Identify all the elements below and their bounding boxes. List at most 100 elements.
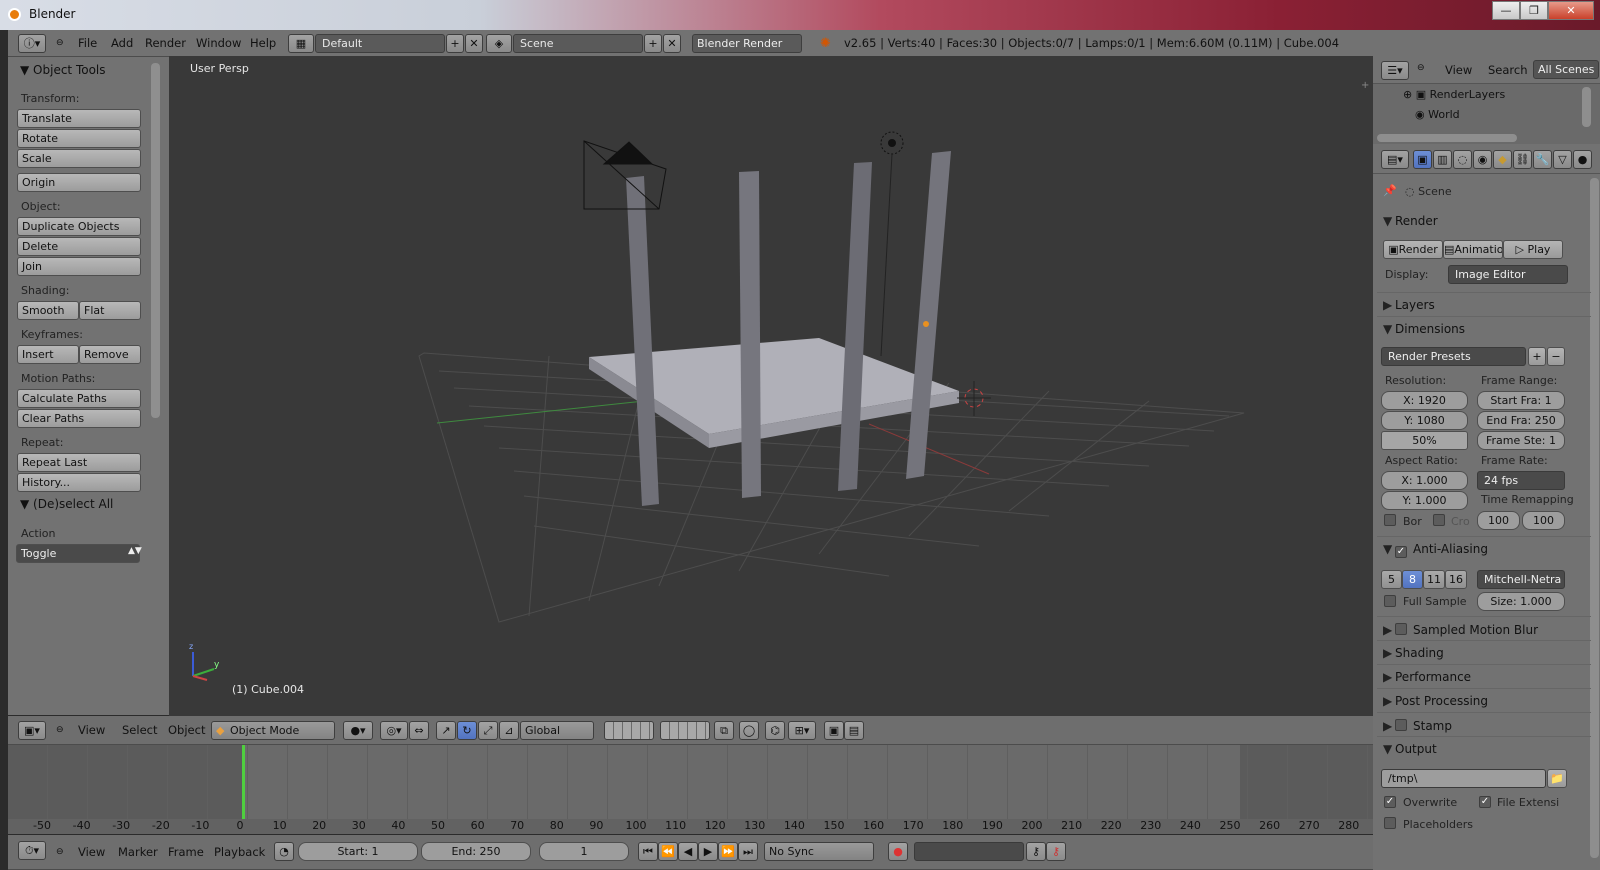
3d-viewport[interactable]: User Persp z y (1) Cube.004 + xyxy=(169,56,1373,716)
start-frame-field[interactable]: Start: 1 xyxy=(298,842,418,861)
play-reverse-icon[interactable]: ◀ xyxy=(678,842,698,861)
constraints-context-icon[interactable]: ⛓ xyxy=(1513,150,1532,169)
minimize-button[interactable]: — xyxy=(1492,1,1520,20)
add-preset-button[interactable]: + xyxy=(1528,347,1546,366)
current-frame-field[interactable]: 1 xyxy=(539,842,629,861)
jump-start-icon[interactable]: ⏮ xyxy=(638,842,658,861)
frame-rate-select[interactable]: 24 fps xyxy=(1477,471,1565,490)
time-remap-old-field[interactable]: 100 xyxy=(1477,511,1520,530)
viewport-scene[interactable] xyxy=(169,56,1373,716)
motion-blur-panel-header[interactable]: ▶ Sampled Motion Blur xyxy=(1383,622,1538,637)
end-frame-field[interactable]: End: 250 xyxy=(421,842,531,861)
menu-object[interactable]: Object xyxy=(168,717,205,744)
pivot-point-select[interactable]: ◎▾ xyxy=(380,721,408,740)
dimensions-panel-header[interactable]: ▼ Dimensions xyxy=(1383,322,1465,336)
layer-lock-icon[interactable]: ⧉ xyxy=(714,721,734,740)
delete-button[interactable]: Delete xyxy=(17,237,141,256)
scene-icon[interactable]: ◈ xyxy=(486,34,512,53)
aa-samples-5[interactable]: 5 xyxy=(1381,570,1402,589)
browse-folder-icon[interactable]: 📁 xyxy=(1547,769,1567,788)
remove-scene-button[interactable]: ✕ xyxy=(663,34,681,53)
preview-range-icon[interactable]: ◔ xyxy=(274,842,294,861)
action-select[interactable]: Toggle xyxy=(16,544,140,563)
jump-prev-key-icon[interactable]: ⏪ xyxy=(658,842,678,861)
layout-name-field[interactable]: Default xyxy=(315,34,445,53)
duplicate-objects-button[interactable]: Duplicate Objects xyxy=(17,217,141,236)
animation-button[interactable]: ▤Animatio xyxy=(1443,240,1503,259)
shading-panel-header[interactable]: ▶ Shading xyxy=(1383,646,1444,660)
outliner-menu-search[interactable]: Search xyxy=(1488,63,1528,77)
close-button[interactable]: ✕ xyxy=(1548,1,1594,20)
menu-marker[interactable]: Marker xyxy=(118,839,158,866)
outliner-display-select[interactable]: All Scenes xyxy=(1533,60,1599,79)
menu-add[interactable]: Add xyxy=(111,30,133,57)
history-button[interactable]: History... xyxy=(17,473,141,492)
aa-samples-8[interactable]: 8 xyxy=(1402,570,1423,589)
pin-icon[interactable]: 📌 xyxy=(1383,184,1397,197)
render-animation-opengl-icon[interactable]: ▤ xyxy=(844,721,864,740)
mode-select[interactable]: Object Mode xyxy=(211,721,335,740)
scene-context-icon[interactable]: ◌ xyxy=(1453,150,1472,169)
end-frame-field[interactable]: End Fra: 250 xyxy=(1477,411,1565,430)
performance-panel-header[interactable]: ▶ Performance xyxy=(1383,670,1471,684)
menu-view[interactable]: View xyxy=(78,839,105,866)
aa-filter-select[interactable]: Mitchell-Netra xyxy=(1477,570,1565,589)
deselect-all-operator-title[interactable]: ▼ (De)select All xyxy=(20,497,113,511)
outliner-item-renderlayers[interactable]: ⊕ ▣ RenderLayers xyxy=(1403,88,1505,101)
menu-frame[interactable]: Frame xyxy=(168,839,204,866)
calculate-paths-button[interactable]: Calculate Paths xyxy=(17,389,141,408)
3d-cursor[interactable] xyxy=(957,381,991,416)
clear-paths-button[interactable]: Clear Paths xyxy=(17,409,141,428)
manipulator-toggle[interactable]: ⇔ xyxy=(409,721,429,740)
editor-type-icon[interactable]: ⏱▾ xyxy=(18,841,46,860)
file-extensions-checkbox[interactable]: ✓ xyxy=(1479,796,1491,808)
aa-filter-size-field[interactable]: Size: 1.000 xyxy=(1477,592,1565,611)
snap-element-select[interactable]: ⊞▾ xyxy=(788,721,816,740)
scale-manipulator-icon[interactable]: ⤢ xyxy=(478,721,498,740)
render-context-icon[interactable]: ▣ xyxy=(1413,150,1432,169)
display-select[interactable]: Image Editor xyxy=(1448,265,1568,284)
overwrite-checkbox[interactable]: ✓ xyxy=(1384,796,1396,808)
post-processing-panel-header[interactable]: ▶ Post Processing xyxy=(1383,694,1488,708)
translate-button[interactable]: Translate xyxy=(17,109,141,128)
collapse-icon[interactable]: ⊖ xyxy=(1417,63,1425,73)
properties-scrollbar[interactable] xyxy=(1590,178,1599,858)
remove-layout-button[interactable]: ✕ xyxy=(465,34,483,53)
render-button[interactable]: ▣Render xyxy=(1383,240,1443,259)
proportional-edit-icon[interactable]: ◯ xyxy=(739,721,759,740)
add-scene-button[interactable]: + xyxy=(644,34,662,53)
time-remap-new-field[interactable]: 100 xyxy=(1522,511,1565,530)
sync-mode-select[interactable]: No Sync xyxy=(764,842,874,861)
tool-shelf-scrollbar[interactable] xyxy=(151,63,160,418)
data-context-icon[interactable]: ▽ xyxy=(1553,150,1572,169)
outliner-menu-view[interactable]: View xyxy=(1445,63,1472,77)
crop-checkbox[interactable] xyxy=(1433,514,1445,526)
menu-view[interactable]: View xyxy=(78,717,105,744)
screen-layout-icon[interactable]: ▦ xyxy=(288,34,314,53)
rotate-manipulator-icon[interactable]: ↻ xyxy=(457,721,477,740)
render-opengl-icon[interactable]: ▣ xyxy=(824,721,844,740)
viewport-shading-select[interactable]: ●▾ xyxy=(343,721,373,740)
jump-next-key-icon[interactable]: ⏩ xyxy=(718,842,738,861)
flat-button[interactable]: Flat xyxy=(79,301,141,320)
scale-button[interactable]: Scale xyxy=(17,149,141,168)
layer-buttons-b[interactable] xyxy=(660,721,710,740)
aspect-x-field[interactable]: X: 1.000 xyxy=(1381,471,1468,490)
frame-step-field[interactable]: Frame Ste: 1 xyxy=(1477,431,1565,450)
object-context-icon[interactable]: ◆ xyxy=(1493,150,1512,169)
remove-preset-button[interactable]: − xyxy=(1547,347,1565,366)
world-context-icon[interactable]: ◉ xyxy=(1473,150,1492,169)
material-context-icon[interactable]: ● xyxy=(1573,150,1592,169)
stamp-panel-header[interactable]: ▶ Stamp xyxy=(1383,718,1452,733)
transform-orientation-select[interactable]: Global xyxy=(520,721,594,740)
repeat-last-button[interactable]: Repeat Last xyxy=(17,453,141,472)
resolution-percentage-field[interactable]: 50% xyxy=(1381,431,1468,450)
lamp-object[interactable] xyxy=(880,131,904,357)
editor-type-icon[interactable]: ⓘ▾ xyxy=(18,34,46,53)
pillar-objects[interactable] xyxy=(626,151,951,506)
camera-object[interactable] xyxy=(583,140,667,210)
menu-window[interactable]: Window xyxy=(196,30,241,57)
delete-keyframe-icon[interactable]: ⚷ xyxy=(1046,842,1066,861)
outliner-v-scrollbar[interactable] xyxy=(1582,87,1591,127)
border-checkbox[interactable] xyxy=(1384,514,1396,526)
